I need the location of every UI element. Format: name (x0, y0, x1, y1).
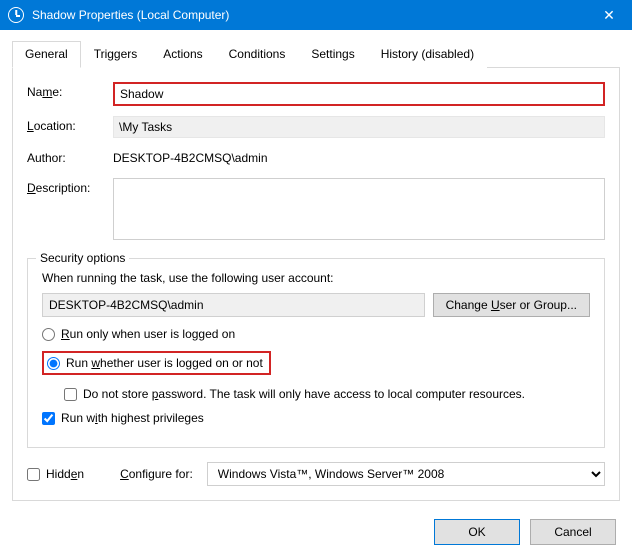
row-description: Description: (27, 178, 605, 240)
radio-run-logged-on-label[interactable]: Run only when user is logged on (61, 327, 235, 341)
security-options-group: Security options When running the task, … (27, 258, 605, 448)
tab-triggers[interactable]: Triggers (81, 41, 151, 68)
cancel-button[interactable]: Cancel (530, 519, 616, 545)
tab-panel-general: Name: Location: \My Tasks Author: DESKTO… (12, 68, 620, 501)
tab-settings[interactable]: Settings (298, 41, 367, 68)
highest-privileges-label[interactable]: Run with highest privileges (61, 411, 204, 425)
label-name: Name: (27, 82, 113, 99)
configure-for-select[interactable]: Windows Vista™, Windows Server™ 2008 (207, 462, 605, 486)
dialog-footer: OK Cancel (12, 519, 620, 545)
account-field: DESKTOP-4B2CMSQ\admin (42, 293, 425, 317)
radio-run-whether[interactable]: Run whether user is logged on or not (42, 351, 271, 375)
tab-conditions[interactable]: Conditions (216, 41, 299, 68)
row-location: Location: \My Tasks (27, 116, 605, 138)
radio-run-whether-label[interactable]: Run whether user is logged on or not (66, 356, 263, 370)
hidden-input[interactable] (27, 468, 40, 481)
tab-strip: General Triggers Actions Conditions Sett… (12, 40, 620, 68)
security-legend: Security options (36, 251, 129, 265)
bottom-row: Hidden Configure for: Windows Vista™, Wi… (27, 462, 605, 486)
no-store-password-input[interactable] (64, 388, 77, 401)
description-input[interactable] (113, 178, 605, 240)
clock-icon (8, 7, 24, 23)
window-title: Shadow Properties (Local Computer) (32, 8, 586, 22)
radio-run-whether-input[interactable] (47, 357, 60, 370)
security-text: When running the task, use the following… (42, 271, 590, 285)
close-button[interactable]: ✕ (586, 0, 632, 30)
title-bar: Shadow Properties (Local Computer) ✕ (0, 0, 632, 30)
tab-history[interactable]: History (disabled) (368, 41, 487, 68)
radio-run-logged-on[interactable]: Run only when user is logged on (42, 327, 590, 341)
row-author: Author: DESKTOP-4B2CMSQ\admin (27, 148, 605, 168)
label-location: Location: (27, 116, 113, 133)
change-user-button[interactable]: Change User or Group... (433, 293, 590, 317)
check-hidden[interactable]: Hidden (27, 467, 84, 481)
label-author: Author: (27, 148, 113, 165)
highest-privileges-input[interactable] (42, 412, 55, 425)
row-name: Name: (27, 82, 605, 106)
no-store-password-label[interactable]: Do not store password. The task will onl… (83, 387, 525, 401)
tab-actions[interactable]: Actions (150, 41, 215, 68)
location-field: \My Tasks (113, 116, 605, 138)
name-input[interactable] (113, 82, 605, 106)
check-highest-privileges[interactable]: Run with highest privileges (42, 411, 590, 425)
ok-button[interactable]: OK (434, 519, 520, 545)
tab-general[interactable]: General (12, 41, 81, 68)
configure-for-label: Configure for: (120, 467, 193, 481)
hidden-label[interactable]: Hidden (46, 467, 84, 481)
content-area: General Triggers Actions Conditions Sett… (0, 30, 632, 557)
radio-run-logged-on-input[interactable] (42, 328, 55, 341)
check-no-store-password[interactable]: Do not store password. The task will onl… (64, 387, 590, 401)
author-value: DESKTOP-4B2CMSQ\admin (113, 148, 605, 168)
label-description: Description: (27, 178, 113, 195)
